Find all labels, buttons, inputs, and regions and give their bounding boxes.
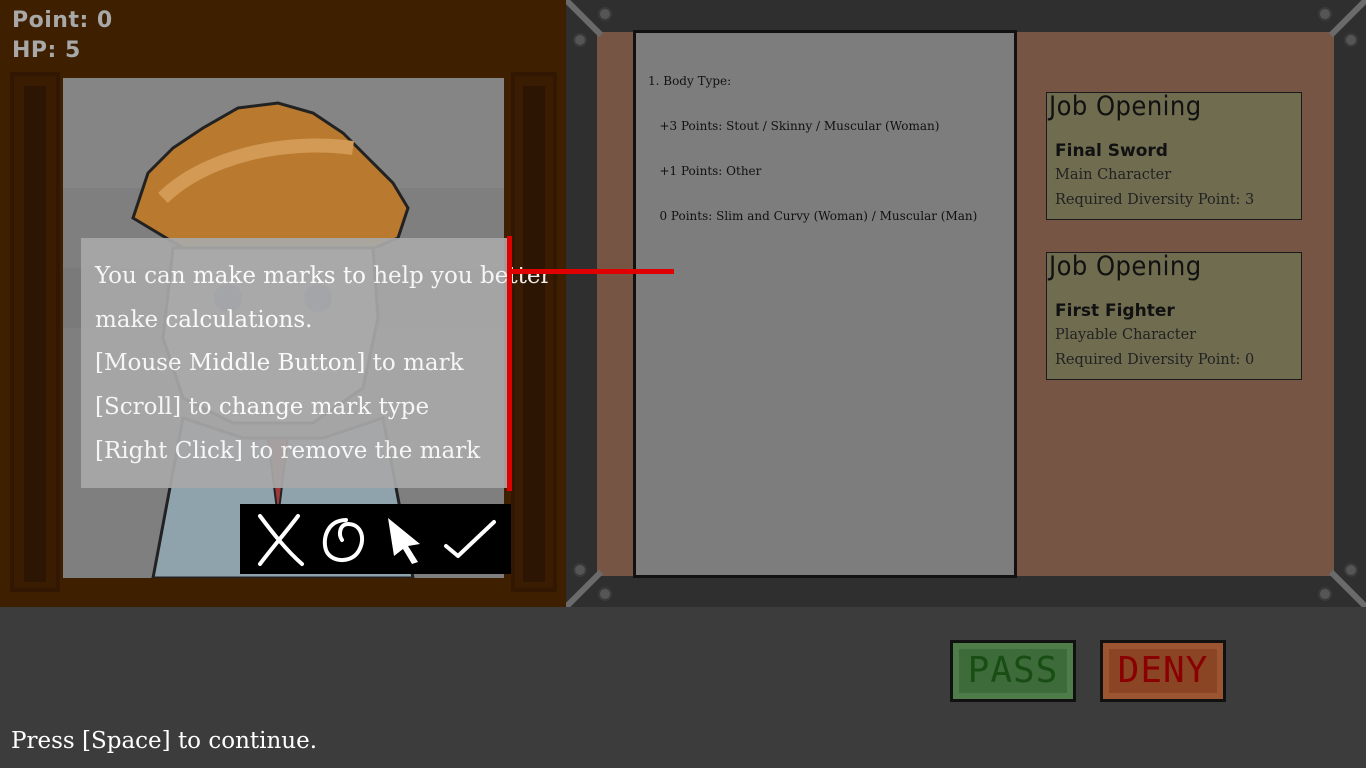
screw-icon [1344,563,1358,577]
tutorial-line: [Mouse Middle Button] to mark [95,350,464,376]
job-diversity-requirement: Required Diversity Point: 3 [1055,192,1255,208]
points-counter: Point: 0 [12,8,113,33]
right-door [511,72,557,592]
tutorial-line: make calculations. [95,307,313,333]
pass-button[interactable]: PASS [950,640,1076,702]
tutorial-line: [Right Click] to remove the mark [95,438,481,464]
left-door [10,72,60,592]
tutorial-pointer-line [507,236,512,491]
cursor-icon[interactable] [376,510,434,568]
screw-icon [598,587,612,601]
screw-icon [598,7,612,21]
continue-prompt: Press [Space] to continue. [11,728,318,754]
tutorial-pointer-line [510,269,674,274]
hp-counter: HP: 5 [12,38,81,63]
job-role: Playable Character [1055,327,1197,343]
mark-type-toolbar [240,504,511,574]
tutorial-line: You can make marks to help you better [95,263,552,289]
screw-icon [573,563,587,577]
job-name: Final Sword [1055,141,1168,161]
job-diversity-requirement: Required Diversity Point: 0 [1055,352,1255,368]
right-door-panel [523,86,545,582]
criteria-line: 1. Body Type: [648,74,732,88]
deny-button[interactable]: DENY [1100,640,1226,702]
tutorial-tooltip: You can make marks to help you better ma… [81,238,551,488]
job-name: First Fighter [1055,301,1175,321]
left-door-panel [24,86,46,582]
criteria-line: +1 Points: Other [648,164,762,178]
job-heading: Job Opening [1049,91,1202,122]
criteria-lines: 1. Body Type: +3 Points: Stout / Skinny … [648,44,977,254]
criteria-line: +3 Points: Stout / Skinny / Muscular (Wo… [648,119,940,133]
tutorial-line: [Scroll] to change mark type [95,394,430,420]
job-role: Main Character [1055,167,1172,183]
screw-icon [1318,7,1332,21]
job-opening-card: Job Opening First Fighter Playable Chara… [1046,251,1302,380]
job-opening-card: Job Opening Final Sword Main Character R… [1046,91,1302,220]
check-mark-icon[interactable] [440,510,498,568]
circle-mark-icon[interactable] [314,510,372,568]
job-heading: Job Opening [1049,251,1202,282]
criteria-document[interactable]: 1. Body Type: +3 Points: Stout / Skinny … [633,30,1017,578]
screw-icon [1344,33,1358,47]
screw-icon [1318,587,1332,601]
screw-icon [573,33,587,47]
cross-mark-icon[interactable] [252,510,310,568]
criteria-line: 0 Points: Slim and Curvy (Woman) / Muscu… [648,209,978,223]
